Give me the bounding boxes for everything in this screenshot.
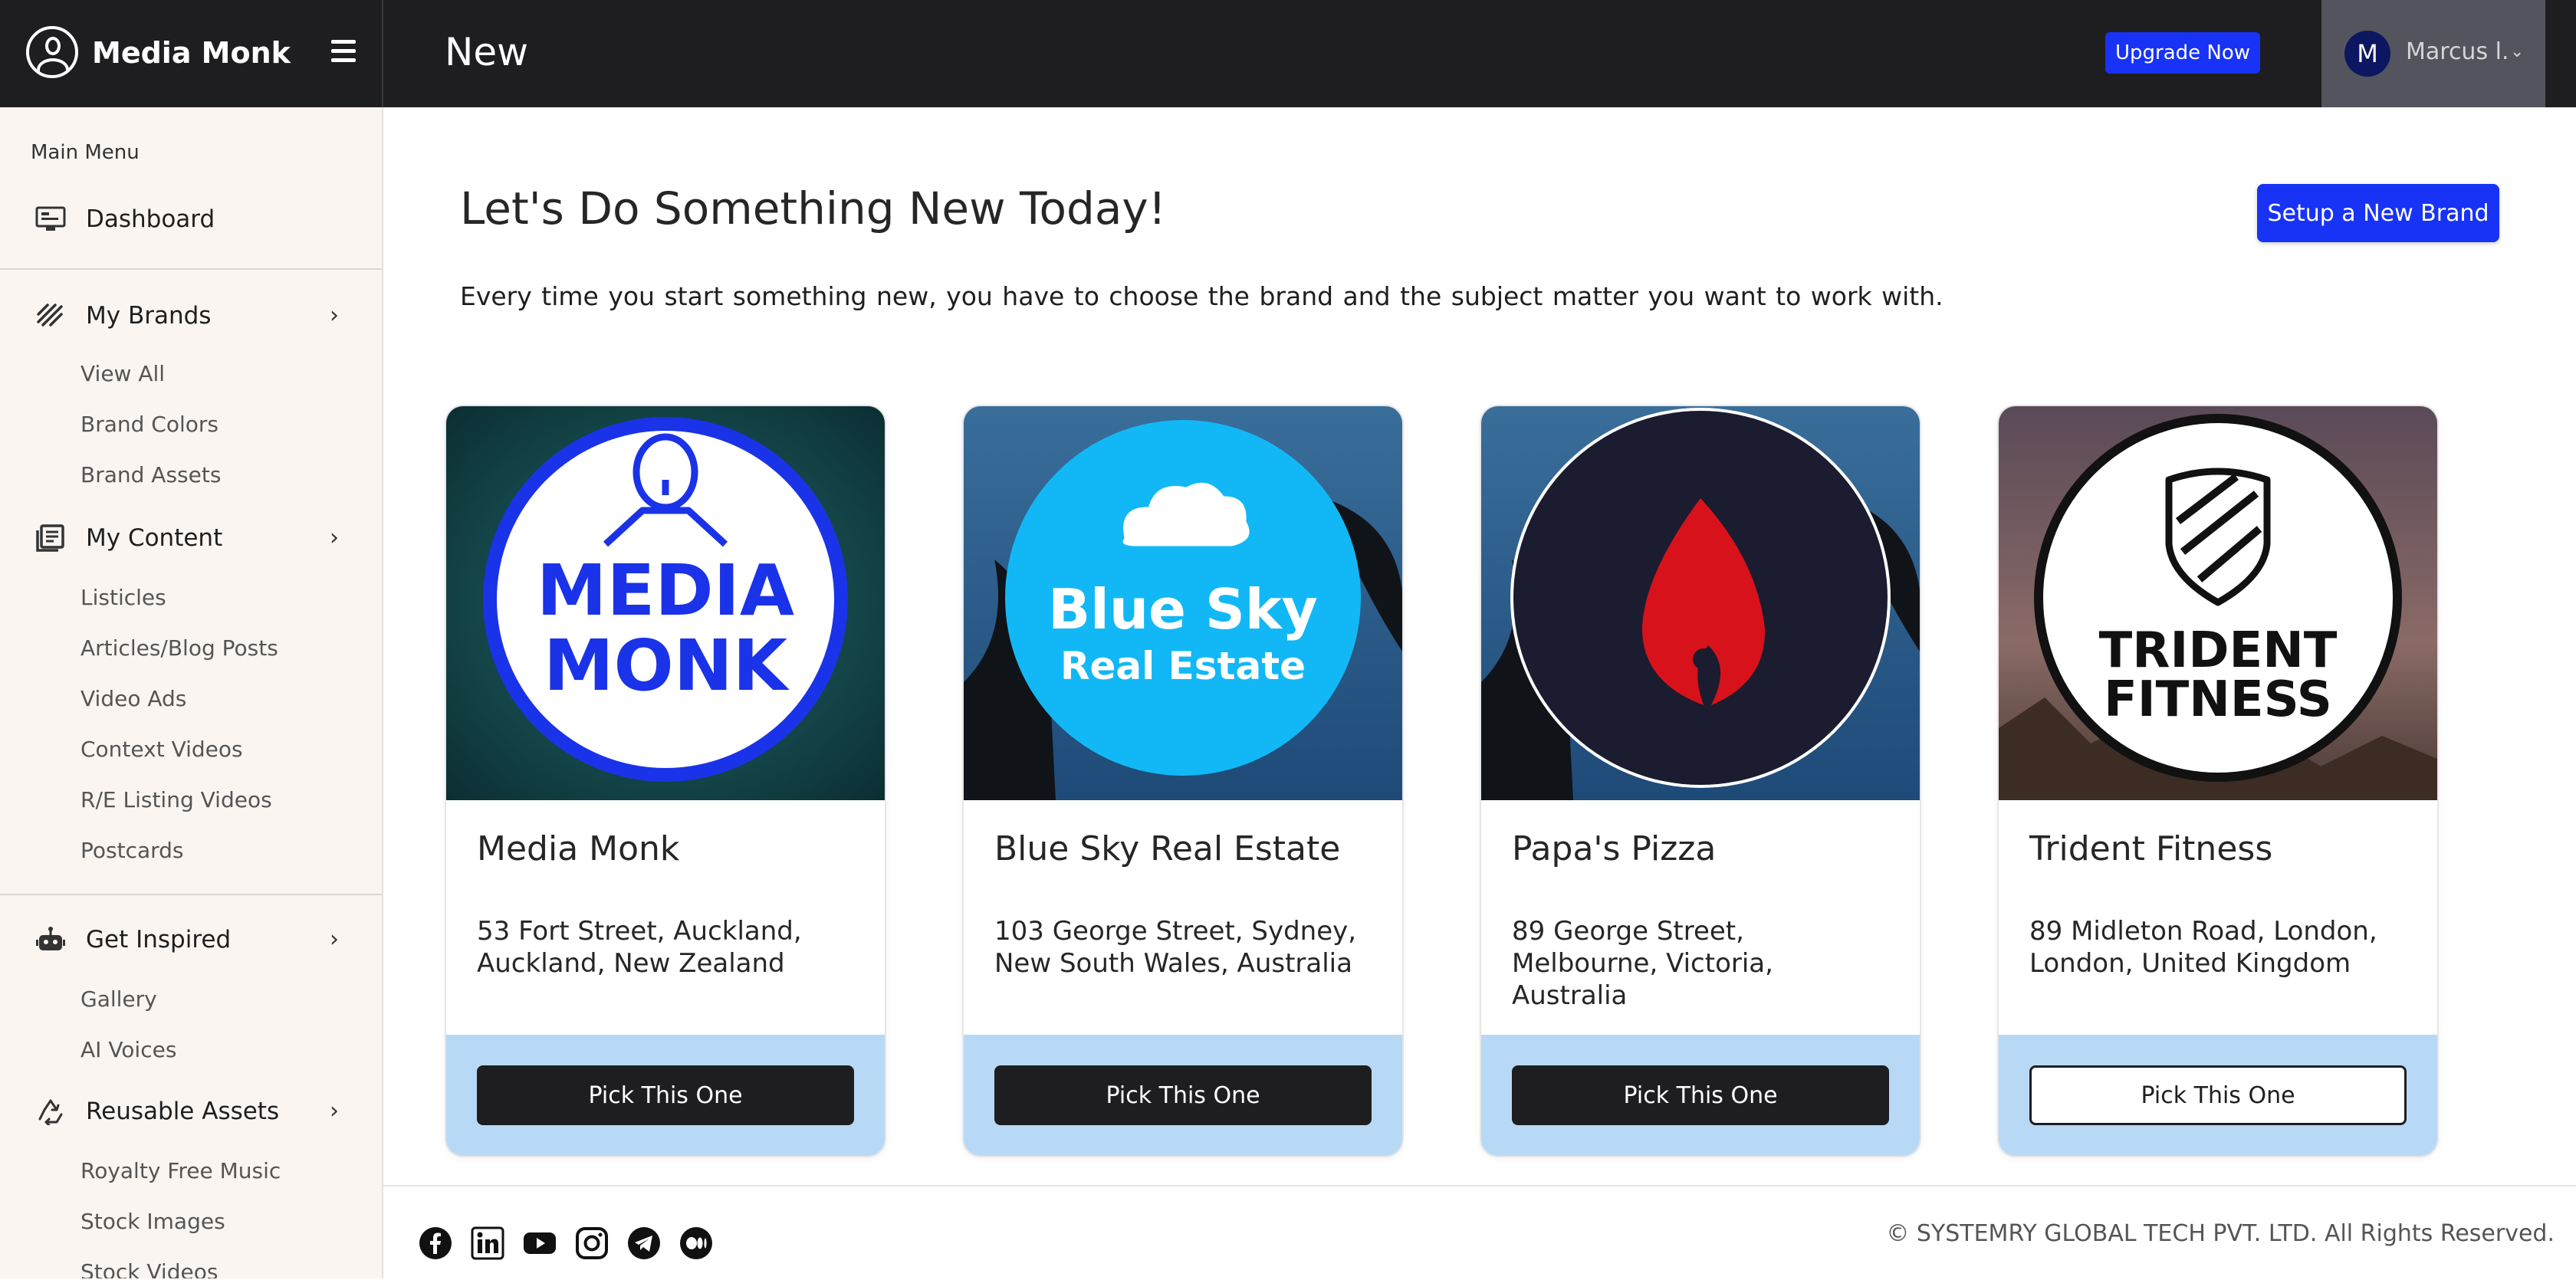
brand-card-papas-pizza: Papa's Pizza 89 George Street, Melbourne… bbox=[1481, 406, 1920, 1156]
sidebar-item-label: Get Inspired bbox=[86, 926, 232, 953]
sidebar-subitem-ai-voices[interactable]: AI Voices bbox=[80, 1036, 176, 1064]
sidebar-item-label: My Brands bbox=[86, 302, 212, 330]
brand-card-media-monk: MEDIA MONK Media Monk 53 Fort Street, Au… bbox=[446, 406, 885, 1156]
sidebar-subitem-view-all[interactable]: View All bbox=[80, 360, 165, 388]
chevron-right-icon: › bbox=[330, 524, 339, 551]
telegram-icon[interactable] bbox=[627, 1226, 661, 1260]
instagram-icon[interactable] bbox=[575, 1226, 609, 1260]
logo-text: MONK bbox=[544, 625, 790, 707]
brand-logo-media-monk: MEDIA MONK bbox=[446, 406, 885, 800]
sidebar-subitem-brand-assets[interactable]: Brand Assets bbox=[80, 461, 221, 489]
app-logo-icon[interactable] bbox=[26, 26, 78, 78]
app-name[interactable]: Media Monk bbox=[92, 34, 291, 72]
sidebar-item-dashboard[interactable]: Dashboard bbox=[0, 196, 382, 242]
sidebar-subitem-postcards[interactable]: Postcards bbox=[80, 837, 184, 865]
sidebar-item-reusable-assets[interactable]: Reusable Assets › bbox=[0, 1088, 382, 1134]
card-footer: Pick This One bbox=[1999, 1035, 2437, 1156]
avatar: M bbox=[2344, 31, 2390, 77]
logo-text: Blue Sky bbox=[1048, 577, 1317, 642]
brand-logo-trident-fitness: TRIDENT FITNESS bbox=[1999, 406, 2437, 800]
sidebar-item-get-inspired[interactable]: Get Inspired › bbox=[0, 917, 382, 963]
brand-name: Media Monk bbox=[477, 829, 680, 868]
copyright-text: © SYSTEMRY GLOBAL TECH PVT. LTD. All Rig… bbox=[1886, 1220, 2555, 1247]
pick-this-one-button[interactable]: Pick This One bbox=[1512, 1065, 1889, 1125]
brand-logo-blue-sky: Blue Sky Real Estate bbox=[964, 406, 1402, 800]
pick-this-one-button[interactable]: Pick This One bbox=[2029, 1065, 2407, 1125]
logo-text: TRIDENT bbox=[2099, 622, 2338, 679]
chevron-right-icon: › bbox=[330, 302, 339, 329]
sidebar-heading: Main Menu bbox=[31, 141, 140, 164]
recycle-icon bbox=[35, 1098, 66, 1127]
logo-text: FITNESS bbox=[2104, 671, 2332, 728]
card-footer: Pick This One bbox=[964, 1035, 1402, 1156]
brand-name: Blue Sky Real Estate bbox=[994, 829, 1341, 868]
brand-name: Trident Fitness bbox=[2029, 829, 2273, 868]
sidebar-divider bbox=[0, 894, 382, 895]
sidebar-item-label: Dashboard bbox=[86, 205, 215, 233]
brand-address: 89 George Street, Melbourne, Victoria, A… bbox=[1512, 916, 1773, 1011]
pick-this-one-button[interactable]: Pick This One bbox=[477, 1065, 854, 1125]
app-brand: Media Monk bbox=[0, 0, 383, 107]
sidebar-subitem-context-videos[interactable]: Context Videos bbox=[80, 736, 243, 763]
brand-card-blue-sky: Blue Sky Real Estate Blue Sky Real Estat… bbox=[964, 406, 1402, 1156]
medium-icon[interactable] bbox=[679, 1226, 713, 1260]
upgrade-now-button[interactable]: Upgrade Now bbox=[2105, 32, 2260, 74]
sidebar-subitem-stock-videos[interactable]: Stock Videos bbox=[80, 1259, 218, 1278]
sidebar-subitem-brand-colors[interactable]: Brand Colors bbox=[80, 411, 219, 438]
brand-address: 89 Midleton Road, London, London, United… bbox=[2029, 916, 2377, 979]
card-footer: Pick This One bbox=[446, 1035, 885, 1156]
sidebar-item-label: Reusable Assets bbox=[86, 1098, 280, 1125]
logo-text: Real Estate bbox=[1060, 644, 1306, 688]
brands-icon bbox=[35, 302, 66, 330]
page-title: New bbox=[445, 30, 529, 74]
chevron-down-icon: ⌄ bbox=[2510, 42, 2525, 61]
logo-text: MEDIA bbox=[537, 550, 794, 632]
sidebar-subitem-stock-images[interactable]: Stock Images bbox=[80, 1208, 225, 1236]
sidebar-item-label: My Content bbox=[86, 524, 223, 552]
linkedin-icon[interactable] bbox=[471, 1226, 504, 1260]
brand-name: Papa's Pizza bbox=[1512, 829, 1717, 868]
youtube-icon[interactable] bbox=[523, 1226, 557, 1260]
content-icon bbox=[35, 524, 66, 552]
sidebar-subitem-gallery[interactable]: Gallery bbox=[80, 986, 157, 1013]
pick-this-one-button[interactable]: Pick This One bbox=[994, 1065, 1372, 1125]
chevron-right-icon: › bbox=[330, 1098, 339, 1124]
facebook-icon[interactable] bbox=[419, 1226, 452, 1260]
sidebar-subitem-re-listing-videos[interactable]: R/E Listing Videos bbox=[80, 786, 272, 814]
sidebar: Main Menu Dashboard My Brands › View All… bbox=[0, 107, 383, 1278]
card-footer: Pick This One bbox=[1481, 1035, 1920, 1156]
user-name: Marcus l. bbox=[2406, 38, 2509, 65]
sidebar-item-my-brands[interactable]: My Brands › bbox=[0, 293, 382, 339]
brand-address: 53 Fort Street, Auckland, Auckland, New … bbox=[477, 916, 802, 979]
brand-logo-papas-pizza bbox=[1481, 406, 1920, 800]
brand-card-trident-fitness: TRIDENT FITNESS Trident Fitness 89 Midle… bbox=[1999, 406, 2437, 1156]
brand-address: 103 George Street, Sydney, New South Wal… bbox=[994, 916, 1357, 979]
dashboard-icon bbox=[35, 205, 66, 233]
sidebar-divider bbox=[0, 268, 382, 270]
main-heading: Let's Do Something New Today! bbox=[460, 182, 1166, 235]
sidebar-subitem-royalty-free-music[interactable]: Royalty Free Music bbox=[80, 1157, 281, 1185]
sidebar-subitem-listicles[interactable]: Listicles bbox=[80, 584, 166, 612]
setup-new-brand-button[interactable]: Setup a New Brand bbox=[2257, 184, 2499, 242]
sidebar-subitem-video-ads[interactable]: Video Ads bbox=[80, 685, 186, 713]
top-bar: Media Monk New Upgrade Now M Marcus l. ⌄ bbox=[0, 0, 2576, 107]
footer: © SYSTEMRY GLOBAL TECH PVT. LTD. All Rig… bbox=[383, 1185, 2576, 1280]
robot-icon bbox=[35, 926, 66, 953]
chevron-right-icon: › bbox=[330, 926, 339, 953]
sidebar-subitem-articles[interactable]: Articles/Blog Posts bbox=[80, 635, 278, 662]
main-subheading: Every time you start something new, you … bbox=[460, 281, 1944, 311]
user-menu[interactable]: M Marcus l. ⌄ bbox=[2321, 0, 2545, 107]
hamburger-menu-icon[interactable] bbox=[331, 40, 356, 63]
sidebar-item-my-content[interactable]: My Content › bbox=[0, 515, 382, 561]
